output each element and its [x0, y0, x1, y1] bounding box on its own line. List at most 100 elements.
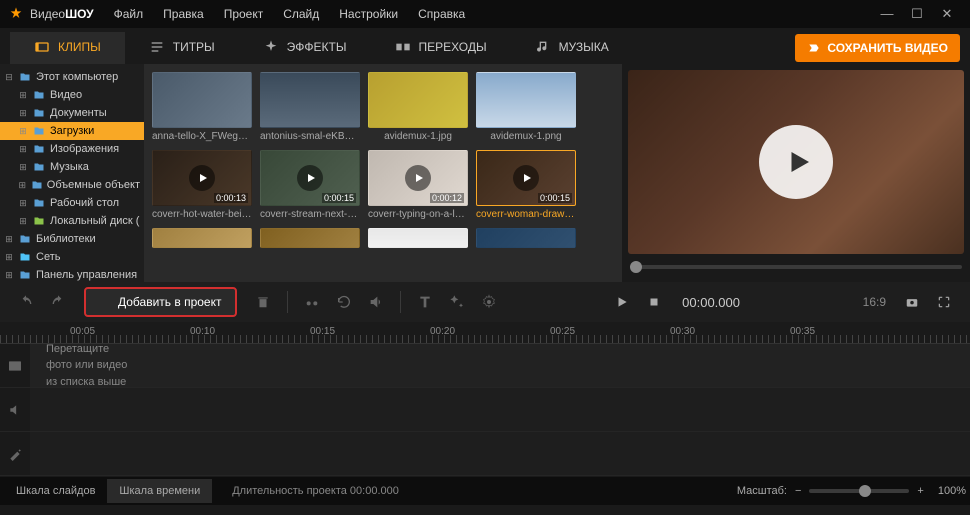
maximize-button[interactable]: ☐ — [908, 6, 926, 22]
tree-label: Загрузки — [50, 125, 94, 137]
zoom-in-button[interactable]: + — [917, 485, 923, 497]
video-track[interactable]: Перетащите фото или видео из списка выше — [0, 344, 970, 388]
media-thumbnail[interactable]: 0:00:13coverr-hot-water-being-p... — [152, 150, 252, 220]
media-thumbnail[interactable]: 0:00:12coverr-typing-on-a-laptop... — [368, 150, 468, 220]
menu-настройки[interactable]: Настройки — [329, 1, 408, 27]
close-button[interactable]: ✕ — [938, 6, 956, 22]
thumb-label: coverr-stream-next-to-the... — [260, 209, 360, 220]
folder-icon — [32, 142, 46, 156]
zoom-out-button[interactable]: − — [795, 485, 801, 497]
scale-label: Масштаб: — [737, 485, 787, 497]
menu-справка[interactable]: Справка — [408, 1, 475, 27]
tree-toggle[interactable]: ⊞ — [18, 216, 28, 226]
tree-item[interactable]: ⊞Рабочий стол — [0, 194, 144, 212]
menu-правка[interactable]: Правка — [153, 1, 214, 27]
media-thumbnail[interactable]: antonius-smal-eKB0NmlUe... — [260, 72, 360, 142]
tab-эффекты[interactable]: ЭФФЕКТЫ — [239, 32, 371, 64]
settings-button[interactable] — [475, 288, 503, 316]
redo-button[interactable] — [44, 288, 72, 316]
rotate-button[interactable] — [330, 288, 358, 316]
video-track-icon — [0, 358, 30, 374]
toolbar: Добавить в проект 00:00.000 16:9 — [0, 282, 970, 322]
tree-item[interactable]: ⊞Изображения — [0, 140, 144, 158]
ruler-tick: 00:25 — [550, 326, 575, 337]
ruler-tick: 00:10 — [190, 326, 215, 337]
ruler-tick: 00:35 — [790, 326, 815, 337]
menu-слайд[interactable]: Слайд — [273, 1, 329, 27]
tab-label: ПЕРЕХОДЫ — [419, 40, 487, 54]
thumb-label: anna-tello-X_FWega1EU0-... — [152, 131, 252, 142]
tree-toggle[interactable]: ⊞ — [18, 126, 28, 136]
snapshot-button[interactable] — [898, 288, 926, 316]
tree-label: Панель управления — [36, 269, 137, 281]
media-thumbnail[interactable]: anna-tello-X_FWega1EU0-... — [152, 72, 252, 142]
tree-toggle[interactable]: ⊞ — [18, 162, 28, 172]
fullscreen-button[interactable] — [930, 288, 958, 316]
tree-toggle[interactable]: ⊞ — [4, 270, 14, 280]
tree-item[interactable]: ⊞Видео — [0, 86, 144, 104]
zoom-thumb[interactable] — [859, 485, 871, 497]
media-thumbnail[interactable]: 0:00:15coverr-woman-drawing-in-... — [476, 150, 576, 220]
volume-button[interactable] — [362, 288, 390, 316]
audio-track[interactable] — [0, 388, 970, 432]
play-button[interactable] — [759, 125, 833, 199]
tab-музыка[interactable]: МУЗЫКА — [511, 32, 633, 64]
play-icon — [297, 165, 323, 191]
tab-титры[interactable]: ТИТРЫ — [125, 32, 239, 64]
tree-toggle[interactable]: ⊞ — [4, 234, 14, 244]
media-thumbnail[interactable]: avidemux-1.jpg — [368, 72, 468, 142]
timeline-play-button[interactable] — [608, 288, 636, 316]
tab-icon — [535, 39, 551, 55]
menu-файл[interactable]: Файл — [104, 1, 154, 27]
tree-item[interactable]: ⊞Сеть — [0, 248, 144, 266]
tab-icon — [395, 39, 411, 55]
save-video-button[interactable]: СОХРАНИТЬ ВИДЕО — [795, 34, 960, 62]
preview-video[interactable] — [628, 70, 964, 254]
tree-item[interactable]: ⊞Объемные объект — [0, 176, 144, 194]
zoom-slider[interactable] — [809, 489, 909, 493]
tree-toggle[interactable]: ⊞ — [18, 90, 28, 100]
minimize-button[interactable]: — — [878, 6, 896, 22]
tree-toggle[interactable]: ⊞ — [18, 144, 28, 154]
tree-item[interactable]: ⊞Библиотеки — [0, 230, 144, 248]
slides-view-tab[interactable]: Шкала слайдов — [4, 479, 107, 503]
preview-seek-slider[interactable] — [628, 258, 964, 276]
tab-переходы[interactable]: ПЕРЕХОДЫ — [371, 32, 511, 64]
tree-toggle[interactable]: ⊞ — [18, 198, 28, 208]
tree-toggle[interactable]: ⊞ — [4, 252, 14, 262]
tab-label: МУЗЫКА — [559, 40, 609, 54]
timeline-ruler[interactable]: 00:0500:1000:1500:2000:2500:3000:35 — [0, 322, 970, 344]
tree-item[interactable]: ⊞ Загрузки — [0, 122, 144, 140]
media-thumbnail[interactable] — [476, 228, 576, 248]
media-thumbnail[interactable] — [152, 228, 252, 248]
tree-item[interactable]: ⊞ Панель управления — [0, 266, 144, 282]
text-button[interactable] — [411, 288, 439, 316]
tab-label: ЭФФЕКТЫ — [287, 40, 347, 54]
tree-toggle[interactable]: ⊞ — [18, 180, 27, 190]
thumb-label: antonius-smal-eKB0NmlUe... — [260, 131, 360, 142]
media-thumbnail[interactable]: avidemux-1.png — [476, 72, 576, 142]
tree-item[interactable]: ⊞Локальный диск ( — [0, 212, 144, 230]
tab-label: КЛИПЫ — [58, 40, 101, 54]
add-to-project-button[interactable]: Добавить в проект — [84, 287, 237, 317]
tab-label: ТИТРЫ — [173, 40, 215, 54]
undo-button[interactable] — [12, 288, 40, 316]
tree-item[interactable]: ⊟Этот компьютер — [0, 68, 144, 86]
tree-toggle[interactable]: ⊞ — [18, 108, 28, 118]
tree-item[interactable]: ⊞Документы — [0, 104, 144, 122]
media-thumbnail[interactable]: 0:00:15coverr-stream-next-to-the... — [260, 150, 360, 220]
seek-thumb[interactable] — [630, 261, 642, 273]
tree-toggle[interactable]: ⊟ — [4, 72, 14, 82]
tree-item[interactable]: ⊞Музыка — [0, 158, 144, 176]
timeline-view-tab[interactable]: Шкала времени — [107, 479, 212, 503]
fx-track[interactable] — [0, 432, 970, 476]
effects-button[interactable] — [443, 288, 471, 316]
aspect-ratio[interactable]: 16:9 — [863, 295, 886, 309]
cut-button[interactable] — [298, 288, 326, 316]
media-thumbnail[interactable] — [368, 228, 468, 248]
tab-клипы[interactable]: КЛИПЫ — [10, 32, 125, 64]
delete-button[interactable] — [249, 288, 277, 316]
menu-проект[interactable]: Проект — [214, 1, 274, 27]
media-thumbnail[interactable] — [260, 228, 360, 248]
timeline-stop-button[interactable] — [640, 288, 668, 316]
